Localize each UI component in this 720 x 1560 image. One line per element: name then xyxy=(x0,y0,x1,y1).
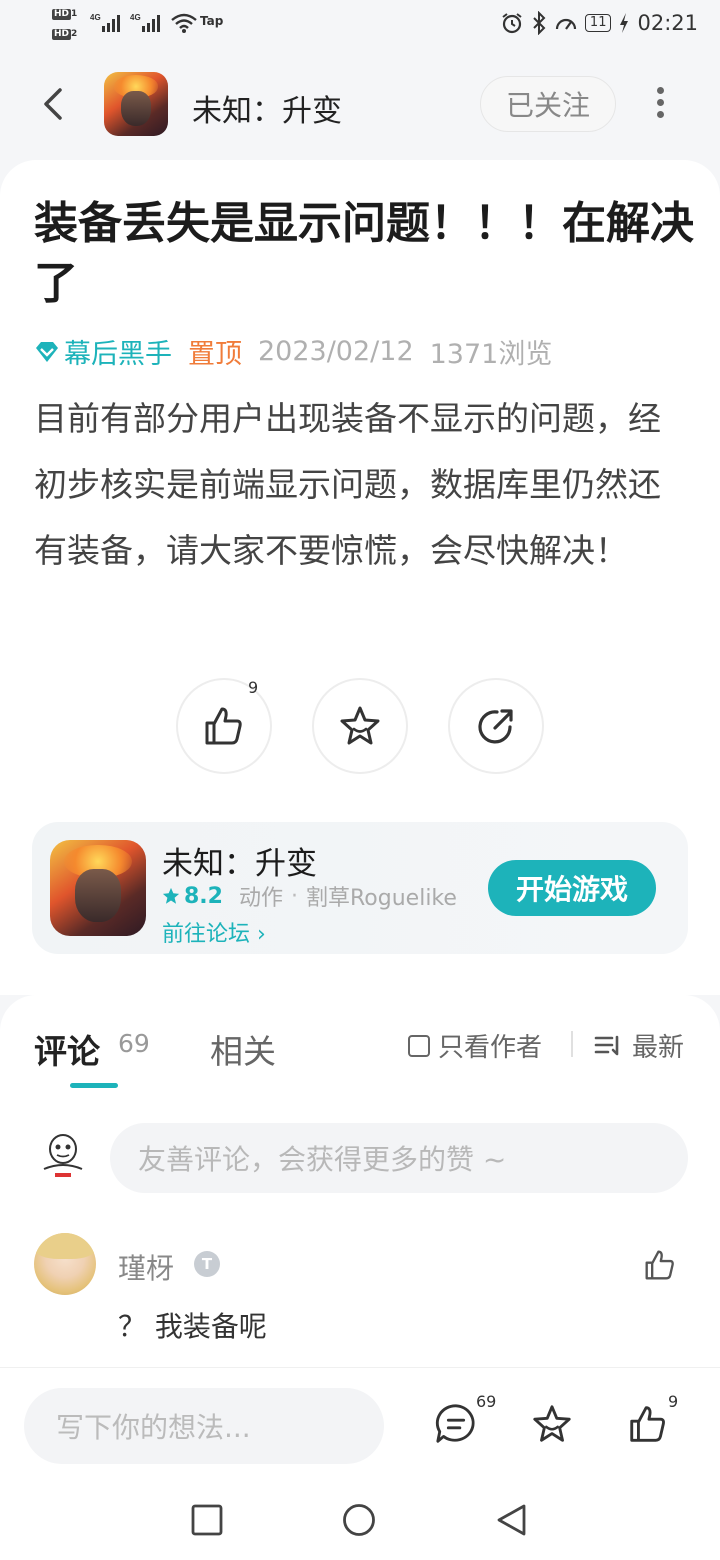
alarm-icon xyxy=(502,13,522,34)
card-game-name[interactable]: 未知：升变 xyxy=(162,838,317,883)
avatar[interactable] xyxy=(34,1233,96,1295)
speed-icon xyxy=(555,18,577,30)
author-only-label: 只看作者 xyxy=(438,1033,543,1063)
share-button[interactable] xyxy=(448,678,544,774)
comments-section: 评论 69 相关 只看作者 最新 友善评论，会获得更多的赞 ~ 瑾枒 T ？ 我… xyxy=(0,995,720,1367)
comment-like-icon[interactable] xyxy=(642,1247,678,1283)
game-avatar[interactable] xyxy=(104,72,168,136)
diamond-icon xyxy=(36,341,58,362)
status-right: 11 02:21 xyxy=(500,11,698,35)
article-body: 目前有部分用户出现装备不显示的问题，经初步核实是前端显示问题，数据库里仍然还有装… xyxy=(34,399,661,570)
author-only-toggle[interactable]: 只看作者 xyxy=(408,1027,542,1064)
play-game-button[interactable]: 开始游戏 xyxy=(488,860,656,916)
signal-icon: 4G xyxy=(90,13,120,32)
author-link[interactable]: 幕后黑手 xyxy=(34,332,172,371)
clock: 02:21 xyxy=(637,11,698,35)
favorite-icon[interactable] xyxy=(530,1402,574,1446)
page-title: 装备丢失是显示问题！！！在解决了 xyxy=(34,198,694,309)
divider xyxy=(571,1031,573,1057)
charging-icon xyxy=(620,13,629,33)
sort-label: 最新 xyxy=(632,1033,685,1063)
bluetooth-icon xyxy=(533,11,546,35)
android-nav-bar xyxy=(0,1477,720,1560)
game-rating: 8.2 xyxy=(162,884,223,909)
more-icon[interactable] xyxy=(644,82,676,126)
comment-input[interactable]: 友善评论，会获得更多的赞 ~ xyxy=(110,1123,688,1193)
share-icon xyxy=(478,709,513,744)
card-game-avatar[interactable] xyxy=(50,840,146,936)
bottom-bar: 写下你的想法... 69 9 xyxy=(0,1367,720,1477)
game-card[interactable]: 未知：升变 8.2 动作 · 割草Roguelike 前往论坛 › 开始游戏 xyxy=(32,822,688,954)
tab-related[interactable]: 相关 xyxy=(210,1025,276,1073)
follow-button[interactable]: 已关注 xyxy=(480,76,616,132)
top-nav: 未知：升变 已关注 xyxy=(0,60,720,150)
status-bar: HD 1 HD 2 4G 4G Tap 11 02:21 xyxy=(0,0,720,50)
comment-count: 69 xyxy=(476,1392,497,1411)
bottom-like-count: 9 xyxy=(668,1392,679,1411)
back-icon[interactable] xyxy=(36,82,72,126)
like-icon xyxy=(205,707,242,745)
genre-tag-2: 割草Roguelike xyxy=(306,886,457,911)
rating-star-icon xyxy=(162,887,180,904)
android-recent-icon[interactable] xyxy=(190,1503,224,1537)
view-count: 1371浏览 xyxy=(429,339,553,370)
tab-comments[interactable]: 评论 xyxy=(34,1025,100,1073)
wifi-icon xyxy=(171,13,197,33)
signal-icon-2: 4G xyxy=(130,13,160,32)
article-actions: 9 xyxy=(0,678,720,774)
forum-link[interactable]: 前往论坛 › xyxy=(162,916,266,948)
like-count: 9 xyxy=(248,678,259,697)
svg-text:4G: 4G xyxy=(130,13,141,22)
checkbox-icon xyxy=(408,1034,430,1057)
battery-indicator: 11 xyxy=(584,14,612,32)
tap-indicator: Tap xyxy=(200,14,224,28)
hd1-indicator: HD 1 xyxy=(52,9,78,20)
sort-toggle[interactable]: 最新 xyxy=(594,1027,684,1064)
article-meta: 幕后黑手 置顶 2023/02/12 1371浏览 xyxy=(34,332,552,371)
my-avatar[interactable] xyxy=(38,1131,88,1181)
tab-comments-count: 69 xyxy=(118,1029,150,1058)
comment-text: ？ 我装备呢 xyxy=(118,1310,267,1343)
game-name[interactable]: 未知：升变 xyxy=(192,86,342,130)
article-card: 装备丢失是显示问题！！！在解决了 幕后黑手 置顶 2023/02/12 1371… xyxy=(0,160,720,995)
user-level-badge: T xyxy=(194,1251,220,1277)
sort-icon xyxy=(594,1035,619,1055)
post-date: 2023/02/12 xyxy=(258,336,414,367)
author-name: 幕后黑手 xyxy=(64,339,172,370)
hd2-indicator: HD 2 xyxy=(52,29,78,40)
star-icon xyxy=(340,706,380,745)
comment-icon[interactable] xyxy=(434,1402,478,1446)
android-home-icon[interactable] xyxy=(342,1503,376,1537)
card-game-meta: 8.2 动作 · 割草Roguelike xyxy=(162,880,457,912)
like-icon-bottom[interactable] xyxy=(626,1402,670,1446)
comment-user[interactable]: 瑾枒 xyxy=(118,1247,174,1287)
android-back-icon[interactable] xyxy=(494,1503,528,1537)
pinned-badge: 置顶 xyxy=(188,339,242,370)
active-tab-indicator xyxy=(70,1083,118,1088)
genre-separator: · xyxy=(291,883,298,909)
favorite-button[interactable] xyxy=(312,678,408,774)
thought-input[interactable]: 写下你的想法... xyxy=(24,1388,384,1464)
svg-text:4G: 4G xyxy=(90,13,101,22)
genre-tag: 动作 xyxy=(238,886,283,911)
